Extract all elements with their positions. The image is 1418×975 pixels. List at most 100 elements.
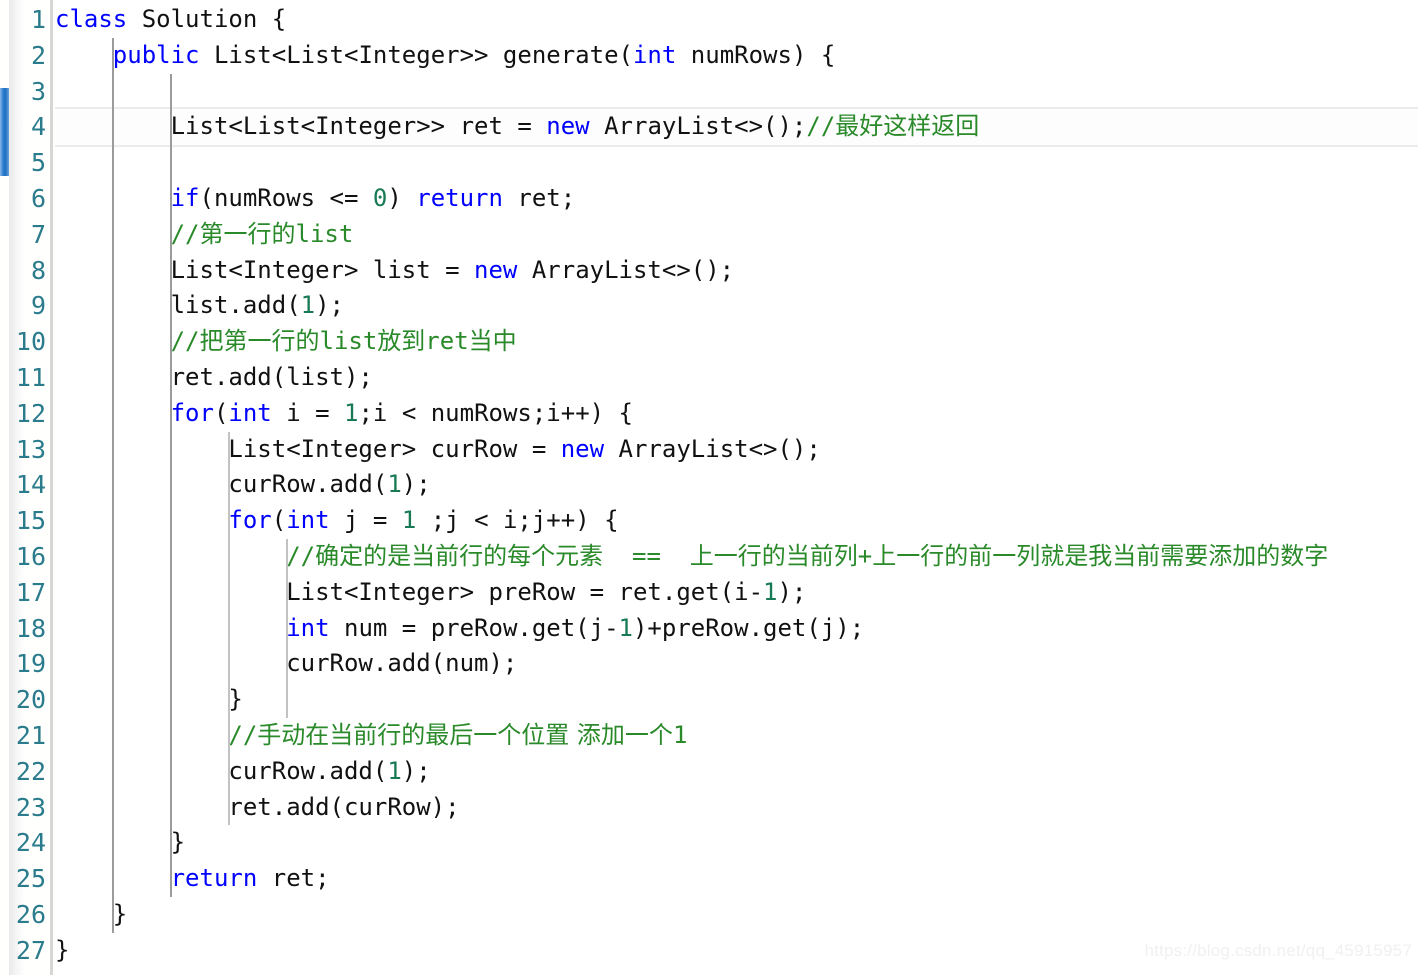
code-token: ArrayList<>(); — [589, 112, 807, 141]
code-line[interactable]: return ret; — [55, 861, 330, 897]
code-token: ret — [425, 327, 469, 356]
code-line[interactable]: for(int j = 1 ;j < i;j++) { — [55, 503, 619, 539]
code-token: ); — [777, 577, 807, 606]
code-token: ;i < numRows;i++) { — [358, 398, 634, 427]
code-token: return — [416, 184, 503, 212]
code-token: ( — [271, 506, 287, 535]
line-number: 5 — [30, 148, 46, 178]
code-token: 当中 — [468, 327, 517, 356]
code-token: List<List<Integer>> ret = — [55, 112, 547, 141]
code-token: int — [632, 40, 677, 69]
code-line[interactable]: for(int i = 1;i < numRows;i++) { — [55, 396, 633, 432]
code-token: for — [228, 506, 272, 535]
code-token: } — [55, 900, 128, 928]
code-line[interactable]: } — [55, 897, 127, 933]
code-line[interactable]: } — [55, 682, 242, 718]
code-line[interactable]: //把第一行的list放到ret当中 — [55, 324, 517, 360]
code-token: curRow.add( — [55, 470, 388, 499]
line-number: 13 — [15, 434, 46, 464]
code-line[interactable]: //确定的是当前行的每个元素 == 上一行的当前列+上一行的前一列就是我当前需要… — [55, 539, 1328, 575]
code-token: return — [170, 864, 258, 893]
code-token: list — [295, 219, 354, 248]
code-line[interactable]: } — [55, 933, 69, 969]
code-token: ret; — [502, 184, 576, 212]
code-token: ( — [213, 398, 229, 427]
code-token: int — [228, 398, 272, 427]
code-token: ;j < i;j++) { — [416, 506, 619, 535]
line-number: 6 — [30, 184, 46, 213]
line-number: 7 — [30, 219, 46, 249]
line-number: 17 — [15, 577, 46, 607]
code-editor[interactable]: class Solution { public List<List<Intege… — [0, 0, 1418, 975]
code-token: i = — [271, 398, 345, 427]
code-token: new — [474, 255, 518, 284]
code-token: 第一行的 — [199, 219, 296, 248]
code-token: ); — [315, 291, 344, 320]
line-number: 1 — [30, 5, 46, 34]
code-line[interactable]: ret.add(list); — [55, 360, 373, 396]
line-number: 8 — [30, 255, 46, 285]
code-token: List<List<Integer>> generate( — [199, 40, 633, 69]
code-line[interactable]: class Solution { — [55, 2, 286, 38]
code-token: ret; — [257, 864, 330, 893]
code-token: if — [170, 184, 200, 212]
line-number: 27 — [15, 935, 46, 965]
line-number: 12 — [15, 398, 46, 428]
line-number: 2 — [30, 40, 46, 70]
line-number: 14 — [15, 470, 46, 500]
code-line[interactable]: List<Integer> preRow = ret.get(i-1); — [55, 575, 806, 611]
code-token: list.add( — [55, 291, 301, 320]
code-token: 上一行的当前列 — [689, 542, 858, 570]
code-token: public — [112, 40, 200, 69]
line-number: 11 — [15, 363, 46, 392]
code-token: num = preRow.get(j- — [329, 613, 619, 642]
line-number: 18 — [15, 613, 46, 643]
code-token: 1 — [672, 721, 688, 749]
code-line[interactable]: List<Integer> list = new ArrayList<>(); — [55, 253, 735, 289]
code-token: List<Integer> preRow = ret.get(i- — [55, 577, 764, 606]
code-token: ret.add(curRow); — [55, 792, 460, 821]
indent-guide — [170, 73, 172, 897]
code-line[interactable]: int num = preRow.get(j-1)+preRow.get(j); — [55, 611, 864, 647]
code-line[interactable]: List<List<Integer>> ret = new ArrayList<… — [55, 109, 980, 145]
code-line[interactable]: public List<List<Integer>> generate(int … — [55, 38, 836, 74]
line-number: 16 — [15, 542, 46, 571]
code-token: // — [170, 327, 200, 356]
code-token: List<Integer> curRow = — [55, 434, 561, 463]
code-token: new — [560, 434, 605, 463]
line-number: 26 — [15, 900, 46, 929]
code-token: ret.add(list); — [55, 363, 373, 391]
indent-guide — [112, 37, 114, 933]
indent-guide — [286, 539, 288, 718]
code-token: 最好这样返回 — [835, 112, 980, 141]
code-token: 0 — [372, 184, 388, 212]
code-token: 把第一行的 — [199, 327, 320, 356]
code-token: == — [603, 542, 690, 570]
code-token: 1 — [401, 506, 417, 535]
line-number: 20 — [15, 685, 46, 715]
code-line[interactable]: if(numRows <= 0) return ret; — [55, 181, 576, 217]
code-token: 1 — [387, 470, 402, 499]
line-number: 21 — [15, 721, 46, 750]
line-number: 23 — [15, 792, 46, 822]
code-line[interactable]: list.add(1); — [55, 288, 344, 324]
watermark: https://blog.csdn.net/qq_45915957 — [1144, 941, 1412, 960]
code-line[interactable]: //第一行的list — [55, 217, 354, 253]
code-token: 放到 — [377, 327, 426, 356]
line-number: 25 — [15, 864, 46, 894]
code-token: for — [170, 398, 214, 427]
line-number: 19 — [15, 649, 46, 679]
code-token: class — [55, 5, 128, 33]
code-token: (numRows <= — [199, 184, 373, 212]
code-token: List<Integer> list = — [55, 255, 475, 284]
code-token: 1 — [763, 577, 778, 606]
code-token: 上一行的前一列就是我当前需要添加的数字 — [872, 542, 1329, 570]
code-line[interactable]: } — [55, 825, 185, 861]
code-line[interactable]: //手动在当前行的最后一个位置 添加一个1 — [55, 718, 687, 754]
code-line[interactable]: ret.add(curRow); — [55, 790, 460, 826]
code-surface[interactable]: class Solution { public List<List<Intege… — [0, 0, 1418, 975]
code-token: ); — [401, 756, 431, 785]
code-token: ); — [401, 470, 431, 499]
line-number: 24 — [15, 828, 46, 858]
